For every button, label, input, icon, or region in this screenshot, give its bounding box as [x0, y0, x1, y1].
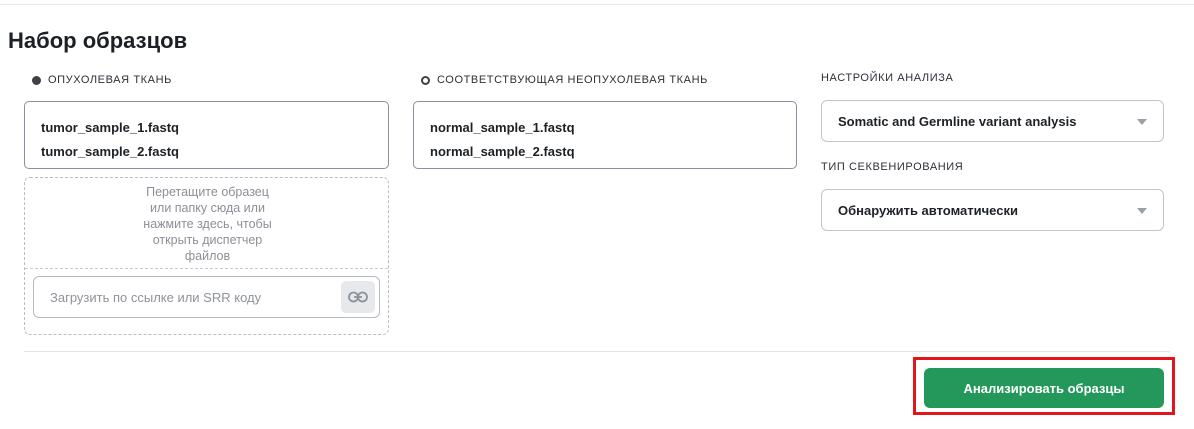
drop-zone-instructions: Перетащите образец или папку сюда или на…: [25, 184, 390, 264]
chevron-down-icon: [1137, 119, 1147, 125]
normal-section-label: СООТВЕТСТВУЮЩАЯ НЕОПУХОЛЕВАЯ ТКАНЬ: [421, 74, 708, 86]
analysis-type-value: Somatic and Germline variant analysis: [838, 114, 1077, 129]
normal-label-text: СООТВЕТСТВУЮЩАЯ НЕОПУХОЛЕВАЯ ТКАНЬ: [437, 74, 708, 86]
sequencing-type-label: ТИП СЕКВЕНИРОВАНИЯ: [821, 161, 964, 173]
tumor-label-text: ОПУХОЛЕВАЯ ТКАНЬ: [48, 74, 172, 86]
drop-zone-separator: [25, 268, 388, 269]
drop-zone-line: или папку сюда или: [150, 201, 265, 215]
sequencing-type-value: Обнаружить автоматически: [838, 203, 1018, 218]
tumor-file-item: tumor_sample_2.fastq: [41, 144, 179, 159]
link-icon: [348, 291, 368, 303]
normal-file-list[interactable]: normal_sample_1.fastq normal_sample_2.fa…: [413, 101, 797, 169]
tumor-file-list[interactable]: tumor_sample_1.fastq tumor_sample_2.fast…: [24, 101, 389, 169]
analysis-settings-label: НАСТРОЙКИ АНАЛИЗА: [821, 72, 954, 84]
hollow-dot-icon: [421, 75, 430, 85]
normal-file-item: normal_sample_1.fastq: [430, 120, 575, 135]
analysis-type-select[interactable]: Somatic and Germline variant analysis: [821, 100, 1164, 142]
link-button[interactable]: [341, 281, 375, 313]
tumor-section-label: ОПУХОЛЕВАЯ ТКАНЬ: [32, 74, 172, 86]
drop-zone-line: нажмите здесь, чтобы: [143, 217, 272, 231]
tumor-file-item: tumor_sample_1.fastq: [41, 120, 179, 135]
filled-dot-icon: [32, 75, 41, 85]
file-drop-zone[interactable]: Перетащите образец или папку сюда или на…: [24, 177, 389, 335]
page-title: Набор образцов: [8, 28, 188, 53]
sequencing-type-select[interactable]: Обнаружить автоматически: [821, 189, 1164, 231]
top-divider: [0, 4, 1194, 5]
drop-zone-line: Перетащите образец: [146, 185, 269, 199]
chevron-down-icon: [1137, 208, 1147, 214]
analyze-samples-button[interactable]: Анализировать образцы: [924, 368, 1164, 408]
drop-zone-line: открыть диспетчер: [152, 233, 263, 247]
url-input-placeholder: Загрузить по ссылке или SRR коду: [50, 290, 262, 305]
bottom-divider: [24, 351, 1170, 352]
normal-file-item: normal_sample_2.fastq: [430, 144, 575, 159]
drop-zone-line: файлов: [184, 249, 231, 263]
url-input[interactable]: Загрузить по ссылке или SRR коду: [33, 276, 380, 318]
